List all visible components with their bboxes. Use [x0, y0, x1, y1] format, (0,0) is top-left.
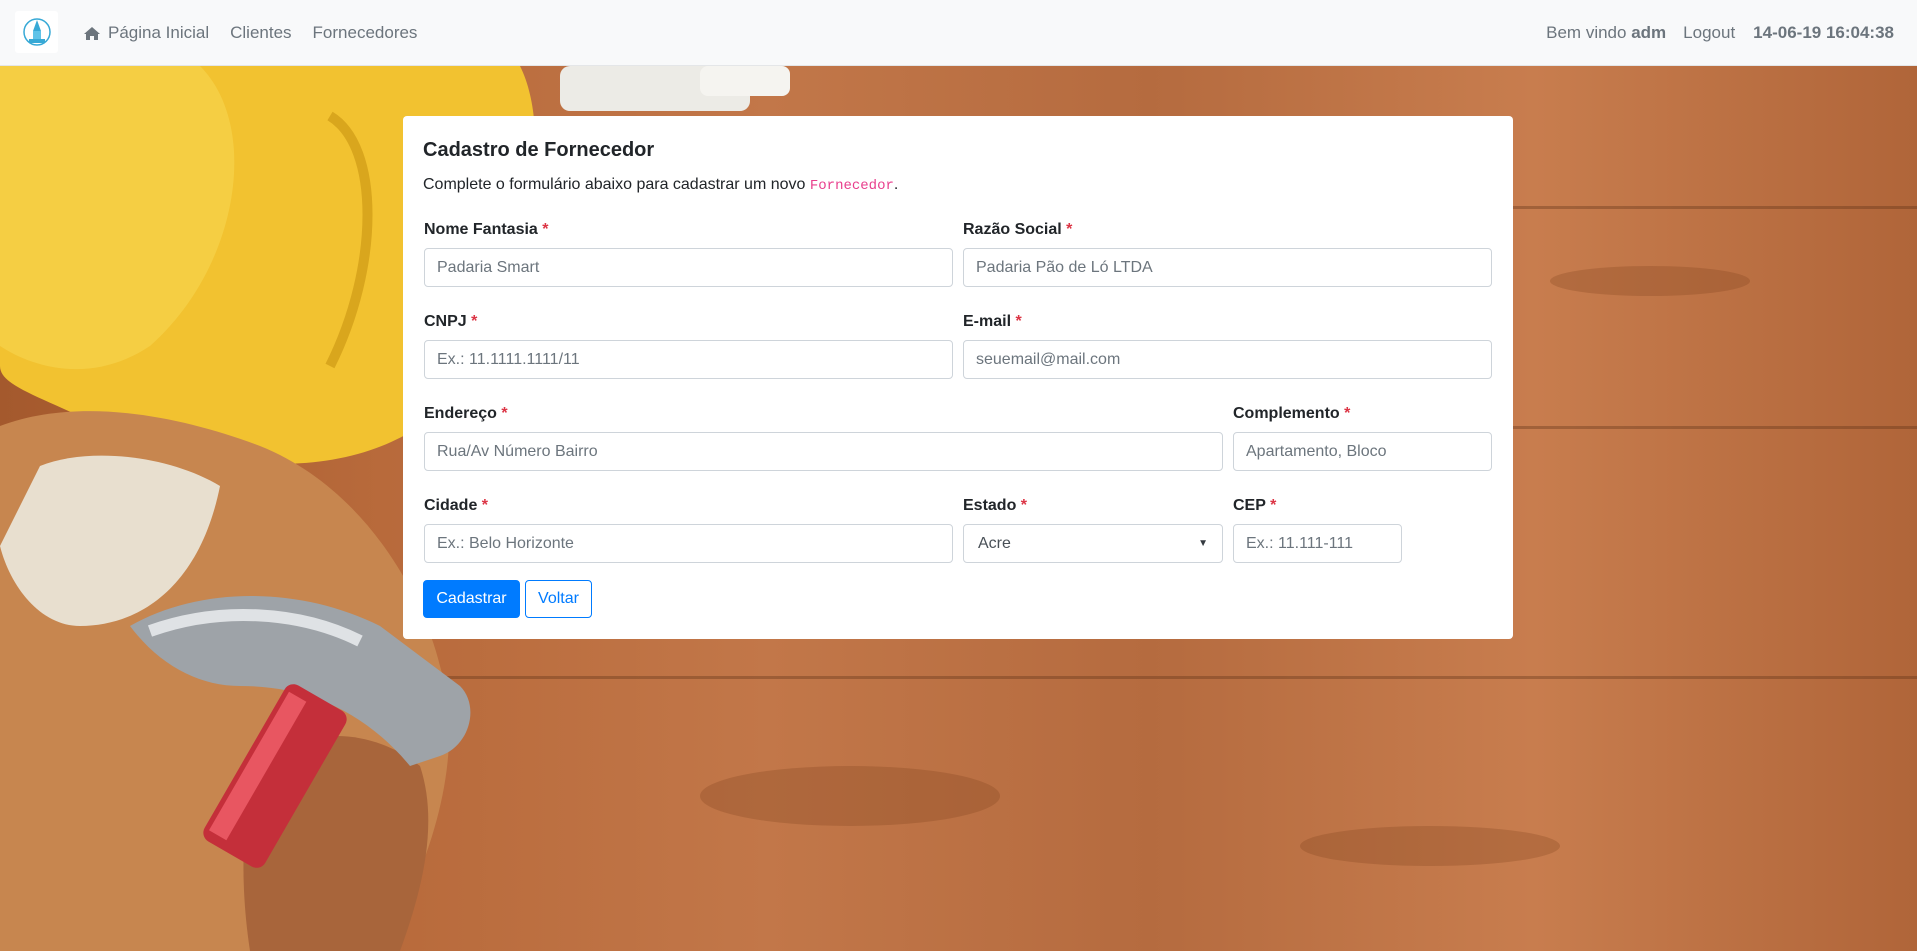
- endereco-label: Endereço *: [424, 405, 508, 422]
- estado-selected-value: Acre: [978, 534, 1011, 552]
- nav-clients[interactable]: Clientes: [230, 23, 291, 43]
- razao-social-group: Razão Social *: [963, 221, 1492, 289]
- back-button[interactable]: Voltar: [525, 580, 592, 618]
- cidade-input[interactable]: [424, 524, 953, 563]
- estado-label: Estado *: [963, 497, 1028, 514]
- subtitle-prefix: Complete o formulário abaixo para cadast…: [423, 176, 806, 193]
- datetime-display: 14-06-19 16:04:38: [1753, 23, 1894, 42]
- nav-suppliers[interactable]: Fornecedores: [313, 23, 418, 43]
- username: adm: [1631, 23, 1667, 42]
- welcome-prefix: Bem vindo: [1546, 23, 1627, 42]
- cidade-label: Cidade *: [424, 497, 489, 514]
- nav-home[interactable]: Página Inicial: [83, 23, 209, 43]
- nome-fantasia-input[interactable]: [424, 248, 953, 287]
- brand-logo[interactable]: [15, 11, 58, 53]
- submit-button[interactable]: Cadastrar: [423, 580, 520, 618]
- cep-group: CEP *: [1233, 497, 1402, 565]
- razao-social-label: Razão Social *: [963, 221, 1073, 238]
- email-input[interactable]: [963, 340, 1492, 379]
- cnpj-label: CNPJ *: [424, 313, 478, 330]
- chevron-down-icon: ▼: [1198, 538, 1208, 549]
- endereco-input[interactable]: [424, 432, 1223, 471]
- cep-label: CEP *: [1233, 497, 1277, 514]
- welcome-text: Bem vindo adm: [1546, 23, 1666, 43]
- home-icon: [83, 26, 101, 41]
- email-label: E-mail *: [963, 313, 1022, 330]
- complemento-group: Complemento *: [1233, 405, 1492, 473]
- subtitle-code: Fornecedor: [809, 178, 894, 194]
- nome-fantasia-group: Nome Fantasia *: [424, 221, 953, 289]
- nav-home-label: Página Inicial: [108, 23, 210, 42]
- estado-group: Estado * Acre ▼: [963, 497, 1223, 565]
- navbar: Página Inicial Clientes Fornecedores Bem…: [0, 0, 1917, 66]
- estado-select[interactable]: Acre ▼: [963, 524, 1223, 563]
- cidade-group: Cidade *: [424, 497, 953, 565]
- logout-link[interactable]: Logout: [1683, 23, 1735, 43]
- email-group: E-mail *: [963, 313, 1492, 381]
- cnpj-group: CNPJ *: [424, 313, 953, 381]
- nome-fantasia-label: Nome Fantasia *: [424, 221, 549, 238]
- razao-social-input[interactable]: [963, 248, 1492, 287]
- cnpj-input[interactable]: [424, 340, 953, 379]
- form-title: Cadastro de Fornecedor: [423, 139, 655, 161]
- form-subtitle: Complete o formulário abaixo para cadast…: [423, 176, 1493, 194]
- cep-input[interactable]: [1233, 524, 1402, 563]
- building-logo-icon: [22, 18, 51, 46]
- endereco-group: Endereço *: [424, 405, 1223, 473]
- complemento-input[interactable]: [1233, 432, 1492, 471]
- complemento-label: Complemento *: [1233, 405, 1351, 422]
- subtitle-suffix: .: [893, 176, 899, 193]
